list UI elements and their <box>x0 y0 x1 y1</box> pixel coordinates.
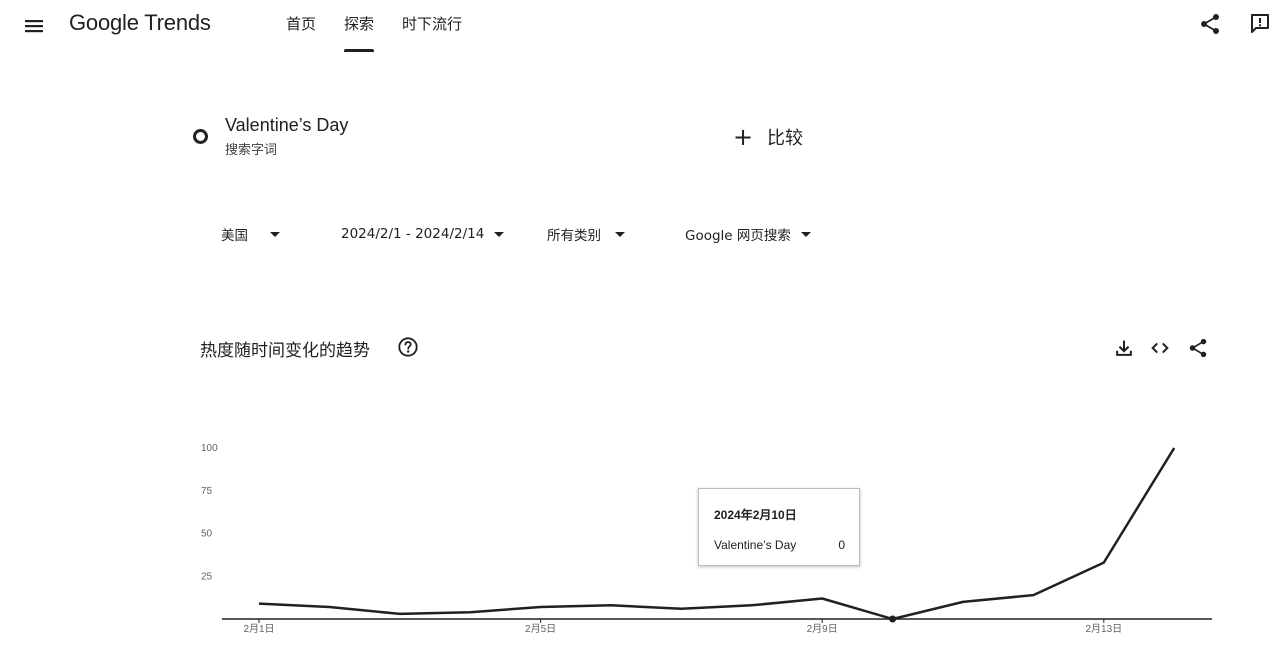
y-tick-label: 25 <box>201 571 213 582</box>
x-tick-label: 2月5日 <box>525 623 556 635</box>
x-tick-label: 2月1日 <box>243 623 274 635</box>
tooltip-series-name: Valentine’s Day <box>714 538 797 552</box>
chart-tooltip: 2024年2月10日 Valentine’s Day 0 <box>698 488 860 566</box>
x-tick-label: 2月9日 <box>807 623 838 635</box>
y-tick-label: 50 <box>201 529 213 540</box>
tooltip-value: 0 <box>838 538 845 552</box>
tooltip-date: 2024年2月10日 <box>714 508 797 522</box>
highlighted-data-point[interactable] <box>889 615 897 623</box>
x-tick-label: 2月13日 <box>1085 623 1122 635</box>
y-tick-label: 100 <box>201 443 218 454</box>
y-tick-label: 75 <box>201 486 213 497</box>
interest-over-time-chart[interactable]: 25 50 75 100 2月1日 2月5日 2月9日 2月13日 <box>0 0 1280 653</box>
